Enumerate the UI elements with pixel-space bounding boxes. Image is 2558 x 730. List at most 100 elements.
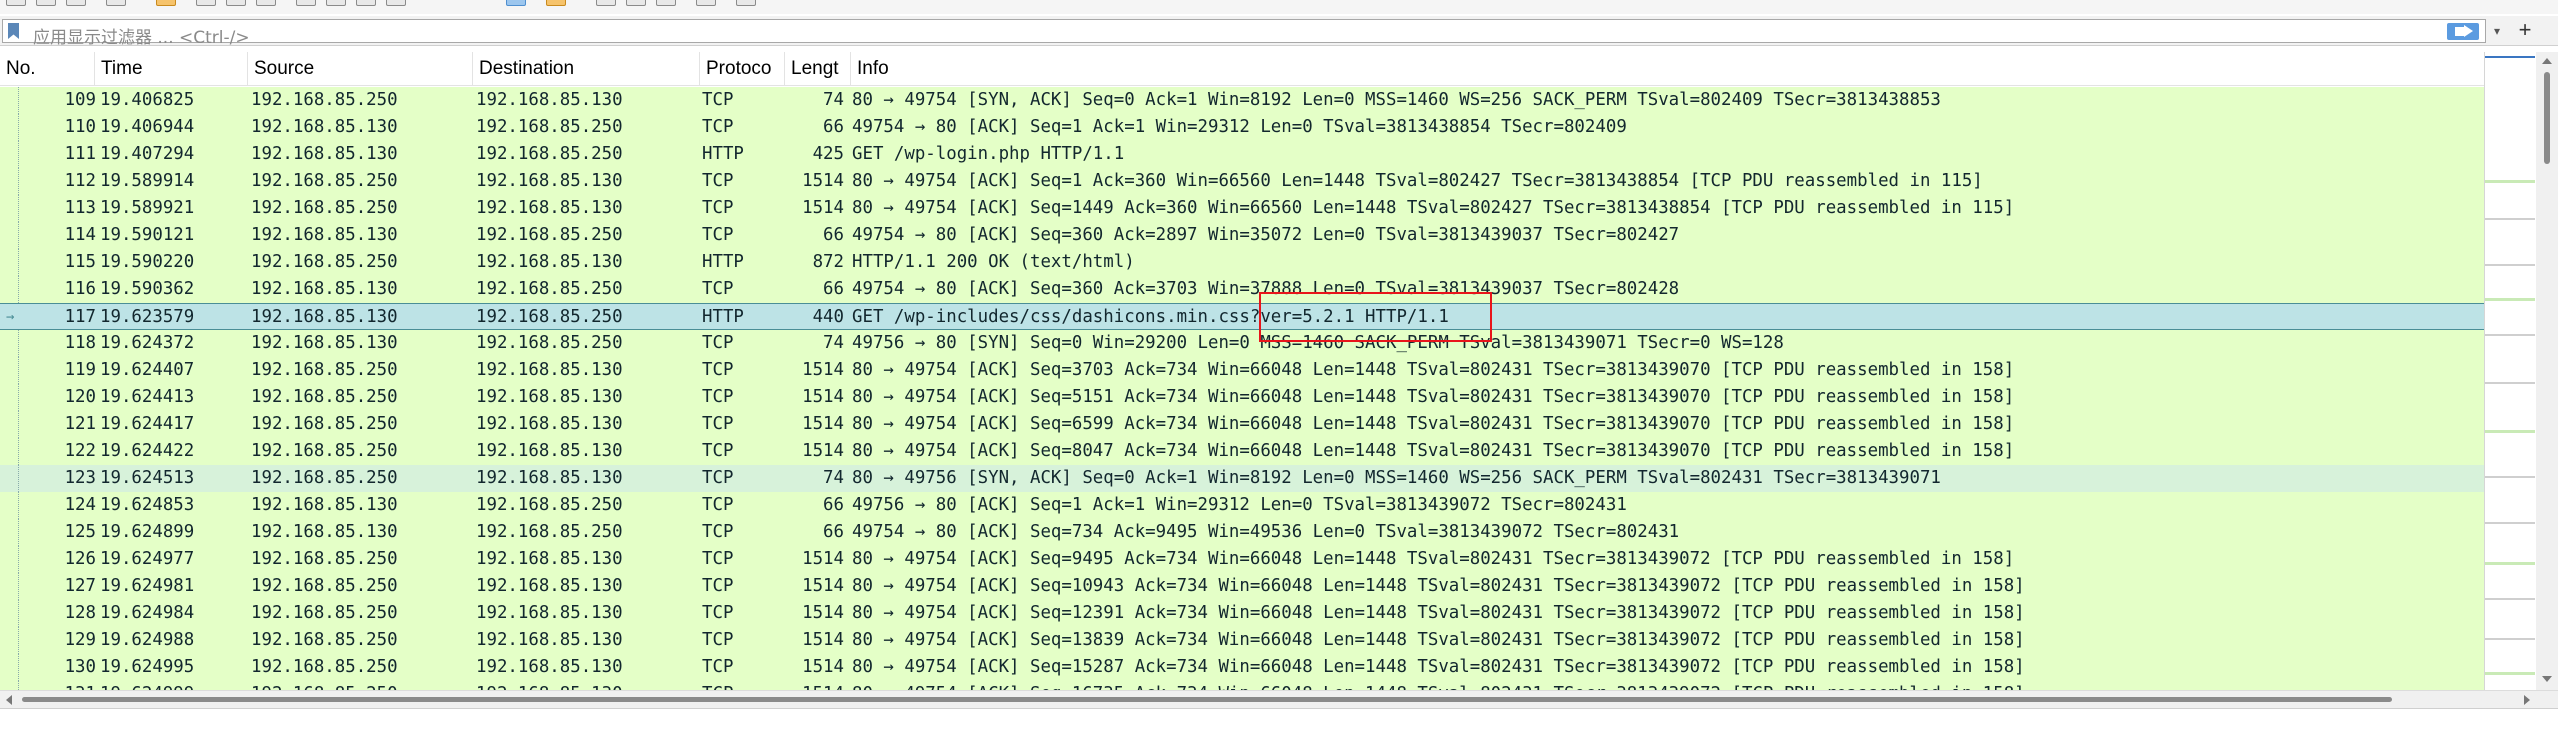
packet-time: 19.407294 <box>100 144 195 164</box>
packet-row[interactable]: 110 19.406944 192.168.85.130 192.168.85.250… <box>0 114 2484 141</box>
filter-history-dropdown[interactable]: ▾ <box>2488 22 2506 40</box>
go-back-icon[interactable] <box>196 0 216 6</box>
packet-source: 192.168.85.130 <box>251 307 398 327</box>
resize-columns-icon[interactable] <box>696 0 716 6</box>
packet-row[interactable]: 114 19.590121 192.168.85.130 192.168.85.250… <box>0 222 2484 249</box>
packet-destination: 192.168.85.130 <box>476 468 623 488</box>
packet-row[interactable]: 131 19.624999 192.168.85.250 192.168.85.130… <box>0 681 2484 690</box>
column-header-info[interactable]: Info <box>851 52 2484 86</box>
packet-number: 111 <box>64 144 96 164</box>
packet-row[interactable]: 116 19.590362 192.168.85.130 192.168.85.250… <box>0 276 2484 303</box>
add-filter-button[interactable]: + <box>2512 19 2538 43</box>
packet-row[interactable]: 111 19.407294 192.168.85.130 192.168.85.250… <box>0 141 2484 168</box>
auto-scroll-live-icon[interactable] <box>546 0 566 6</box>
packet-row[interactable]: 128 19.624984 192.168.85.250 192.168.85.130… <box>0 600 2484 627</box>
packet-info: 80 → 49756 [SYN, ACK] Seq=0 Ack=1 Win=81… <box>852 468 1941 488</box>
open-file-icon[interactable] <box>6 0 26 6</box>
packet-row[interactable]: 121 19.624417 192.168.85.250 192.168.85.130… <box>0 411 2484 438</box>
save-file-icon[interactable] <box>36 0 56 6</box>
packet-time: 19.624995 <box>100 657 195 677</box>
packet-row-selected[interactable]: → 117 19.623579 192.168.85.130 192.168.85.25… <box>0 303 2484 330</box>
packet-length: 440 <box>812 307 844 327</box>
find-packet-icon[interactable] <box>156 0 176 6</box>
packet-row[interactable]: 120 19.624413 192.168.85.250 192.168.85.130… <box>0 384 2484 411</box>
packet-destination: 192.168.85.130 <box>476 171 623 191</box>
packet-time: 19.624407 <box>100 360 195 380</box>
bookmark-icon[interactable] <box>8 23 19 39</box>
packet-row[interactable]: 130 19.624995 192.168.85.250 192.168.85.130… <box>0 654 2484 681</box>
minimap-marker <box>2485 264 2535 266</box>
scroll-up-icon[interactable] <box>2542 58 2552 64</box>
packet-source: 192.168.85.130 <box>251 144 398 164</box>
packet-destination: 192.168.85.130 <box>476 576 623 596</box>
packet-row[interactable]: 113 19.589921 192.168.85.250 192.168.85.130… <box>0 195 2484 222</box>
packet-row[interactable]: 109 19.406825 192.168.85.250 192.168.85.130… <box>0 87 2484 114</box>
close-file-icon[interactable] <box>66 0 86 6</box>
minimap-marker <box>2485 672 2535 675</box>
autoscroll-icon[interactable] <box>356 0 376 6</box>
colorize-toggle-icon[interactable] <box>506 0 526 6</box>
packet-row[interactable]: 115 19.590220 192.168.85.250 192.168.85.130… <box>0 249 2484 276</box>
packet-row[interactable]: 125 19.624899 192.168.85.130 192.168.85.250… <box>0 519 2484 546</box>
packet-length: 1514 <box>802 171 844 191</box>
packet-row[interactable]: 122 19.624422 192.168.85.250 192.168.85.130… <box>0 438 2484 465</box>
zoom-out-icon[interactable] <box>626 0 646 6</box>
expand-subtrees-icon[interactable] <box>736 0 756 6</box>
go-to-packet-icon[interactable] <box>256 0 276 6</box>
reload-icon[interactable] <box>106 0 126 6</box>
packet-row[interactable]: 112 19.589914 192.168.85.250 192.168.85.130… <box>0 168 2484 195</box>
packet-list[interactable]: 109 19.406825 192.168.85.250 192.168.85.130… <box>0 87 2484 690</box>
apply-filter-arrow-icon[interactable] <box>2447 23 2479 40</box>
packet-destination: 192.168.85.250 <box>476 225 623 245</box>
packet-row[interactable]: 119 19.624407 192.168.85.250 192.168.85.130… <box>0 357 2484 384</box>
normal-size-icon[interactable] <box>656 0 676 6</box>
column-header-length[interactable]: Lengt <box>785 52 851 86</box>
packet-number: 129 <box>64 630 96 650</box>
scroll-left-icon[interactable] <box>6 695 12 705</box>
packet-time: 19.589914 <box>100 171 195 191</box>
horizontal-scrollbar[interactable] <box>0 690 2558 708</box>
column-header-no[interactable]: No. <box>0 52 95 86</box>
minimap-marker <box>2485 180 2535 183</box>
packet-number: 128 <box>64 603 96 623</box>
packet-info: GET /wp-login.php HTTP/1.1 <box>852 144 1125 164</box>
horizontal-scroll-thumb[interactable] <box>22 697 2392 702</box>
go-forward-icon[interactable] <box>226 0 246 6</box>
packet-length: 425 <box>812 144 844 164</box>
packet-row[interactable]: 127 19.624981 192.168.85.250 192.168.85.130… <box>0 573 2484 600</box>
packet-destination: 192.168.85.130 <box>476 681 698 690</box>
packet-length: 872 <box>812 252 844 272</box>
packet-destination: 192.168.85.250 <box>476 117 623 137</box>
vertical-scrollbar[interactable] <box>2536 52 2558 690</box>
zoom-in-icon[interactable] <box>596 0 616 6</box>
column-header-source[interactable]: Source <box>248 52 473 86</box>
colorize-icon[interactable] <box>386 0 406 6</box>
packet-overview-minimap[interactable] <box>2484 52 2535 690</box>
packet-row[interactable]: 123 19.624513 192.168.85.250 192.168.85.130… <box>0 465 2484 492</box>
packet-protocol: TCP <box>702 522 734 542</box>
column-header-time[interactable]: Time <box>95 52 248 86</box>
first-packet-icon[interactable] <box>296 0 316 6</box>
packet-row[interactable]: 118 19.624372 192.168.85.130 192.168.85.250… <box>0 330 2484 357</box>
last-packet-icon[interactable] <box>326 0 346 6</box>
packet-number: 120 <box>64 387 96 407</box>
column-header-destination[interactable]: Destination <box>473 52 700 86</box>
display-filter-bar: 应用显示过滤器 ... <Ctrl-/> ▾ + <box>0 16 2558 48</box>
packet-protocol: TCP <box>702 117 734 137</box>
packet-row[interactable]: 124 19.624853 192.168.85.130 192.168.85.250… <box>0 492 2484 519</box>
vertical-scroll-thumb[interactable] <box>2544 72 2550 164</box>
scroll-right-icon[interactable] <box>2524 695 2530 705</box>
packet-destination: 192.168.85.250 <box>476 144 623 164</box>
packet-source: 192.168.85.250 <box>251 90 398 110</box>
packet-row[interactable]: 126 19.624977 192.168.85.250 192.168.85.130… <box>0 546 2484 573</box>
display-filter-input[interactable]: 应用显示过滤器 ... <Ctrl-/> <box>2 19 2486 48</box>
packet-destination: 192.168.85.250 <box>476 279 623 299</box>
packet-number: 114 <box>64 225 96 245</box>
packet-protocol: TCP <box>702 657 734 677</box>
packet-protocol: TCP <box>702 549 734 569</box>
column-header-protocol[interactable]: Protoco <box>700 52 785 86</box>
scroll-down-icon[interactable] <box>2542 676 2552 682</box>
packet-row[interactable]: 129 19.624988 192.168.85.250 192.168.85.130… <box>0 627 2484 654</box>
packet-source: 192.168.85.250 <box>251 576 398 596</box>
packet-protocol: TCP <box>702 171 734 191</box>
